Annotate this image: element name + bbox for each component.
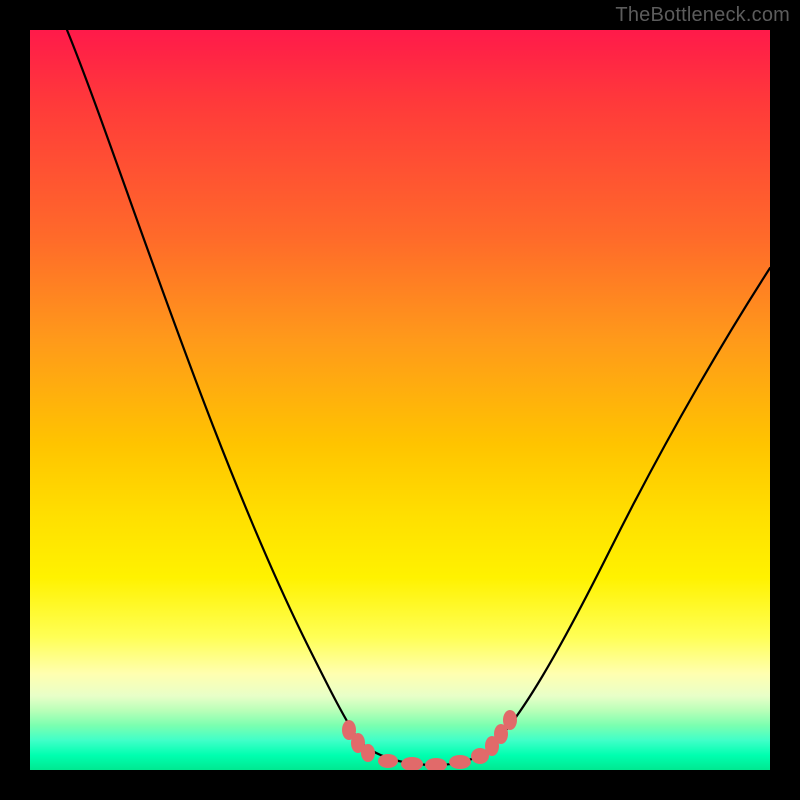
attribution-label: TheBottleneck.com <box>615 4 790 27</box>
gradient-background <box>30 30 770 770</box>
chart-frame: TheBottleneck.com <box>0 0 800 800</box>
plot-area <box>30 30 770 770</box>
